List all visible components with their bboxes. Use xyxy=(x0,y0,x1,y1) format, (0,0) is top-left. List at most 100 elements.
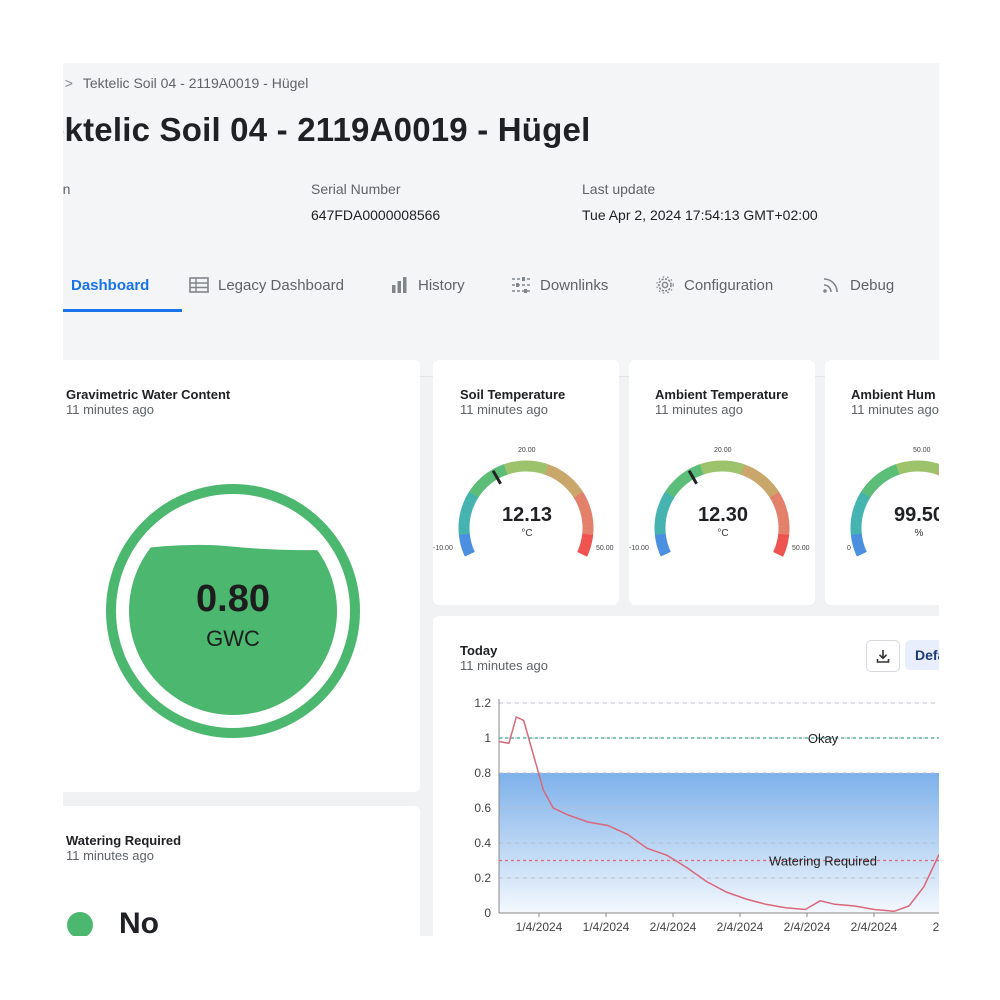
gauge-arc-segment xyxy=(891,464,900,477)
gauge-arc-segment xyxy=(474,480,486,492)
app-viewport: et>Tektelic Soil 04 - 2119A0019 - Hügel … xyxy=(63,63,939,936)
ambient-temperature-min: -10.00 xyxy=(629,545,649,552)
gauge-arc-segment xyxy=(554,469,565,482)
gwc-unit: GWC xyxy=(206,626,260,651)
gauge-arc-segment xyxy=(736,462,745,475)
device-header: et>Tektelic Soil 04 - 2119A0019 - Hügel … xyxy=(63,63,939,377)
today-line-chart: 0 0.2 0.4 0.6 0.8 1 1.2 Okay Watering Required 1/… xyxy=(474,696,939,934)
gwc-card: Gravimetric Water Content 11 minutes ago… xyxy=(63,360,420,792)
gauge-arc-segment xyxy=(579,541,592,549)
chart-xtick-label: 1/4/2024 xyxy=(516,920,563,934)
tab-debug-label: Debug xyxy=(850,276,895,294)
gauge-arc-segment xyxy=(863,484,875,495)
gauge-arc-segment xyxy=(656,540,669,549)
gauge-arc-segment xyxy=(655,512,668,519)
tab-configuration-label: Configuration xyxy=(684,276,774,294)
chart-ytick-label: 1.2 xyxy=(474,696,491,710)
gauge-arc-segment xyxy=(925,461,932,473)
gauge-arc-segment xyxy=(883,467,893,480)
gauge-arc-segment xyxy=(499,464,508,477)
gauge-arc-segment xyxy=(658,548,671,557)
chart-ytick-label: 0.4 xyxy=(474,836,491,850)
gauge-arc-segment xyxy=(540,462,549,475)
ambient-temperature-gauge xyxy=(654,460,790,557)
gauge-arc-segment xyxy=(887,465,897,478)
gauge-arc-segment xyxy=(676,474,688,487)
gauge-arc-segment xyxy=(775,541,788,549)
soil-temperature-value: 12.13 xyxy=(501,504,553,526)
tab-history[interactable]: History xyxy=(389,259,465,311)
tab-downlinks[interactable]: Downlinks xyxy=(511,259,608,311)
ambient-temperature-unit: °C xyxy=(717,528,729,539)
gauge-arc-segment xyxy=(773,548,785,557)
gauge-arc-segment xyxy=(777,533,790,540)
gauge-arc-segment xyxy=(655,537,668,544)
chart-xtick-label: 2/4/2024 xyxy=(851,920,898,934)
ambient-humidity-unit: % xyxy=(914,528,924,539)
chart-xtick-label: 2/4/2024 xyxy=(717,920,764,934)
gauge-arc-segment xyxy=(850,533,863,540)
chart-xtick-label: 2/4 xyxy=(933,920,939,934)
ambient-temperature-max: 50.00 xyxy=(792,545,810,552)
ambient-temperature-mid: 20.00 xyxy=(714,447,732,454)
tab-legacy-dashboard[interactable]: Legacy Dashboard xyxy=(189,259,344,311)
gauge-arc-segment xyxy=(667,484,679,495)
chart-ytick-label: 0.8 xyxy=(474,766,491,780)
gauge-arc-segment xyxy=(733,461,741,474)
gauge-arc-segment xyxy=(557,472,569,484)
location-label: cation xyxy=(63,181,71,197)
gauge-arc-segment xyxy=(577,548,589,557)
gauge-arc-segment xyxy=(767,488,780,498)
tab-bar: Dashboard Legacy Dashboard History Downl… xyxy=(63,259,939,312)
tab-debug[interactable]: Debug xyxy=(821,259,894,311)
watering-card-title: Watering Required xyxy=(66,833,182,848)
gauge-arc-segment xyxy=(777,516,790,523)
tab-legacy-dashboard-label: Legacy Dashboard xyxy=(218,276,344,294)
soil-temperature-mid: 20.00 xyxy=(518,447,536,454)
tab-dashboard[interactable]: Dashboard xyxy=(63,259,149,311)
gauge-arc-segment xyxy=(856,495,869,505)
gauge-arc-segment xyxy=(477,477,489,489)
gauge-arc-segment xyxy=(904,461,911,473)
gauge-arc-segment xyxy=(673,477,685,489)
gauge-arc-segment xyxy=(458,516,471,523)
gauge-arc-segment xyxy=(460,540,473,549)
gauge-arc-segment xyxy=(708,461,715,473)
gauge-arc-segment xyxy=(932,462,939,475)
chart-ytick-label: 0.2 xyxy=(474,871,491,885)
tab-dashboard-label: Dashboard xyxy=(71,276,150,294)
gauge-arc-segment xyxy=(757,475,768,487)
breadcrumb-current: Tektelic Soil 04 - 2119A0019 - Hügel xyxy=(82,75,309,91)
gauge-arc-segment xyxy=(936,467,939,476)
gauge-arc-segment xyxy=(665,487,677,498)
watering-card: Watering Required 11 minutes ago No xyxy=(63,806,420,936)
chart-threshold-label: Watering Required xyxy=(769,854,877,869)
gauge-arc-segment xyxy=(879,469,890,482)
gauge-arc-segment xyxy=(571,488,584,498)
ambient-temperature-card: Ambient Temperature 11 minutes ago 12.30… xyxy=(629,360,815,605)
gauge-arc-segment xyxy=(753,472,765,484)
tab-configuration[interactable]: Configuration xyxy=(655,259,773,311)
bar-chart-icon xyxy=(389,275,409,295)
gauge-arc-segment xyxy=(533,461,540,473)
gauge-arc-segment xyxy=(580,537,593,544)
gauge-arc-segment xyxy=(537,461,545,474)
soil-temperature-min: -10.00 xyxy=(433,545,453,552)
gauge-arc-segment xyxy=(852,540,865,549)
gauge-arc-segment xyxy=(662,491,675,501)
gauge-arc-segment xyxy=(851,537,864,544)
breadcrumb-separator: > xyxy=(64,75,73,91)
app-canvas: et>Tektelic Soil 04 - 2119A0019 - Hügel … xyxy=(63,63,939,936)
gauge-arc-segment xyxy=(508,461,515,474)
gauge-arc-segment xyxy=(929,461,937,474)
gauge-arc-segment xyxy=(544,464,553,477)
gauge-arc-segment xyxy=(464,495,477,505)
gauge-arc-segment xyxy=(575,495,588,505)
soil-temperature-max: 50.00 xyxy=(596,545,614,552)
gauge-arc-segment xyxy=(566,481,578,492)
chart-ytick-label: 0 xyxy=(484,906,491,920)
gauge-arc-segment xyxy=(854,548,867,557)
gauge-arc-segment xyxy=(573,491,586,502)
breadcrumb: et>Tektelic Soil 04 - 2119A0019 - Hügel xyxy=(63,75,309,91)
gauge-arc-segment xyxy=(495,465,505,478)
